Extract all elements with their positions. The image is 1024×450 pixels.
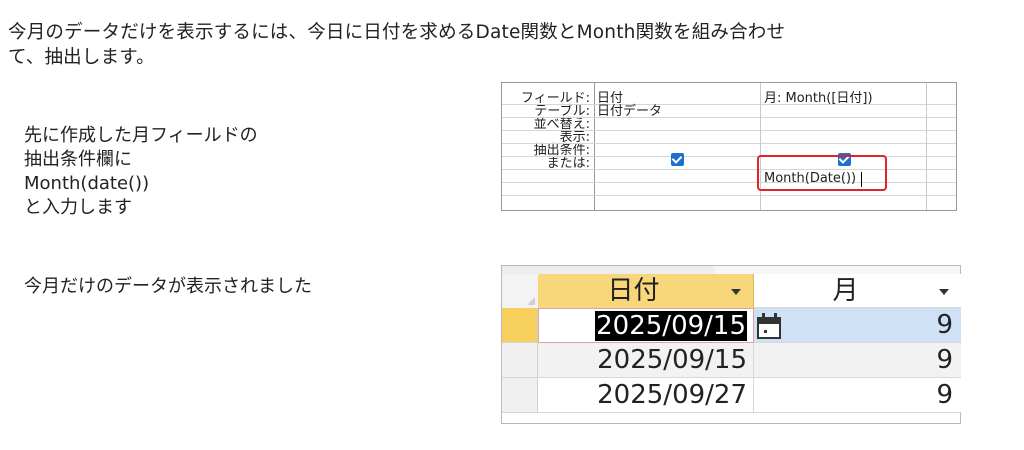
datasheet: 日付 月 2025/09/15 9 2025/09/15 9 2025/09/2…	[501, 265, 961, 424]
column-header-month[interactable]: 月	[754, 274, 961, 308]
row-selector[interactable]	[502, 308, 538, 343]
instruction-line-1: 先に作成した月フィールドの	[24, 125, 258, 146]
row-labels: フィールド: テーブル: 並べ替え: 表示: 抽出条件: または:	[502, 83, 595, 210]
instruction-line-2: 抽出条件欄に	[24, 149, 132, 170]
criteria-highlight	[757, 155, 887, 191]
column-header-date[interactable]: 日付	[538, 274, 754, 308]
field-cell-month[interactable]: 月: Month([日付])	[764, 92, 873, 105]
intro-line-1: 今月のデータだけを表示するには、今日に日付を求めるDate関数とMonth関数を…	[8, 22, 786, 43]
grid-column-1[interactable]: 日付 日付データ	[594, 83, 761, 210]
table-cell-month[interactable]: 9	[754, 343, 961, 378]
intro-line-2: て、抽出します。	[8, 47, 155, 68]
query-design-grid: フィールド: テーブル: 並べ替え: 表示: 抽出条件: または: 日付 日付デ…	[501, 82, 957, 211]
table-cell-date[interactable]: 2025/09/15	[538, 343, 754, 378]
column-header-month-label: 月	[832, 276, 859, 306]
table-cell-date[interactable]: 2025/09/15	[538, 308, 754, 343]
show-checkbox-date[interactable]	[671, 153, 684, 166]
table-cell-date[interactable]: 2025/09/27	[538, 378, 754, 413]
calendar-icon[interactable]	[755, 313, 785, 341]
table-cell-month[interactable]: 9	[754, 308, 961, 343]
table-cell-month[interactable]: 9	[754, 378, 961, 413]
dropdown-arrow-icon[interactable]	[939, 289, 949, 295]
row-selector[interactable]	[502, 343, 538, 378]
instructions: 先に作成した月フィールドの 抽出条件欄に Month(date()) と入力しま…	[24, 124, 258, 220]
text-caret	[861, 172, 862, 187]
row-selector[interactable]	[502, 378, 538, 413]
dropdown-arrow-icon[interactable]	[731, 289, 741, 295]
instruction-line-4: と入力します	[24, 197, 132, 218]
instruction-line-3: Month(date())	[24, 173, 150, 194]
result-note: 今月だけのデータが表示されました	[24, 276, 312, 297]
table-cell-date[interactable]: 日付データ	[597, 105, 662, 118]
select-all-corner[interactable]	[502, 274, 539, 308]
column-header-date-label: 日付	[607, 276, 660, 306]
intro-text: 今月のデータだけを表示するには、今日に日付を求めるDate関数とMonth関数を…	[8, 20, 1008, 70]
grid-column-3[interactable]	[927, 83, 955, 210]
